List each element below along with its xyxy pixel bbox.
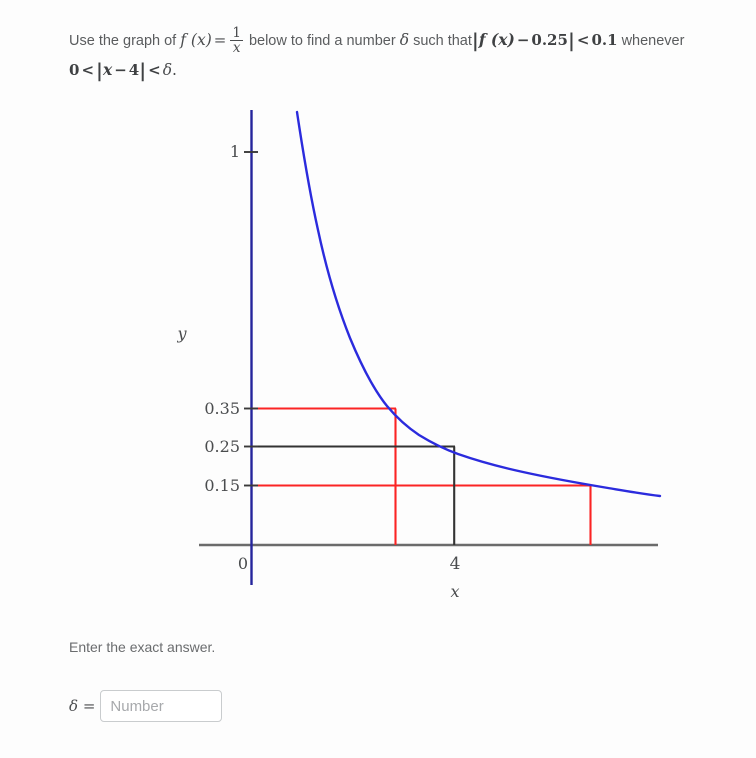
less-than-1: < — [576, 31, 590, 50]
function-notation: f (x) — [180, 31, 212, 50]
problem-lead: Use the graph of — [69, 33, 177, 50]
x-tick-label-4: 4 — [450, 554, 461, 574]
line2-less-than-2: < — [148, 61, 161, 80]
graph-svg: 1 0.35 0.25 0.15 0 4 x y — [176, 110, 662, 601]
delta-equals-label: δ = — [69, 697, 95, 715]
y-tick-label-015: 0.15 — [204, 476, 240, 495]
curve-one-over-x — [295, 110, 662, 498]
fraction-denominator: x — [230, 40, 243, 55]
answer-input[interactable] — [100, 690, 223, 722]
x-axis-label: x — [450, 582, 459, 601]
abs-close-bar: | — [567, 30, 575, 53]
equals-sign: = — [213, 31, 227, 50]
y-tick-label-035: 0.35 — [204, 399, 240, 418]
function-notation-2: f (x) — [478, 30, 515, 50]
problem-suchthat: such that — [413, 33, 472, 50]
minus-sign: − — [516, 31, 530, 50]
line2-zero: 0 — [69, 61, 80, 80]
page-root: Use the graph of f (x) = 1 x below to find … — [0, 0, 756, 758]
line2-minus: − — [114, 61, 127, 80]
fraction-numerator: 1 — [232, 25, 241, 41]
problem-mid: below to find a number — [248, 33, 396, 50]
problem-line-two: 0 < |x −4| < δ. — [69, 57, 729, 84]
y-tick-label-025: 0.25 — [204, 437, 240, 456]
line2-less-than-1: < — [81, 61, 95, 80]
delta-symbol-inline: δ — [399, 31, 410, 50]
fraction-one-over-x: 1x — [230, 26, 243, 55]
line2-delta: δ — [162, 61, 173, 80]
problem-whenever: whenever — [621, 33, 685, 50]
abs-open-bar: | — [471, 30, 479, 53]
value-01: 0.1 — [591, 31, 618, 50]
y-axis-label: y — [176, 324, 187, 343]
function-graph: 1 0.35 0.25 0.15 0 4 x y — [0, 90, 756, 610]
line2-four: 4 — [128, 61, 140, 80]
line2-period: . — [172, 61, 177, 80]
equals-symbol: = — [82, 697, 96, 715]
line2-x: x — [102, 60, 113, 80]
origin-label: 0 — [238, 554, 248, 573]
value-025: 0.25 — [531, 31, 568, 50]
problem-statement: Use the graph of f (x) = 1 x below to find … — [69, 26, 729, 84]
delta-symbol: δ — [69, 697, 79, 715]
enter-exact-answer-note: Enter the exact answer. — [69, 639, 216, 655]
answer-row: δ = — [69, 690, 223, 722]
y-tick-label-1: 1 — [230, 142, 240, 161]
line2-abs-open: | — [96, 60, 103, 83]
